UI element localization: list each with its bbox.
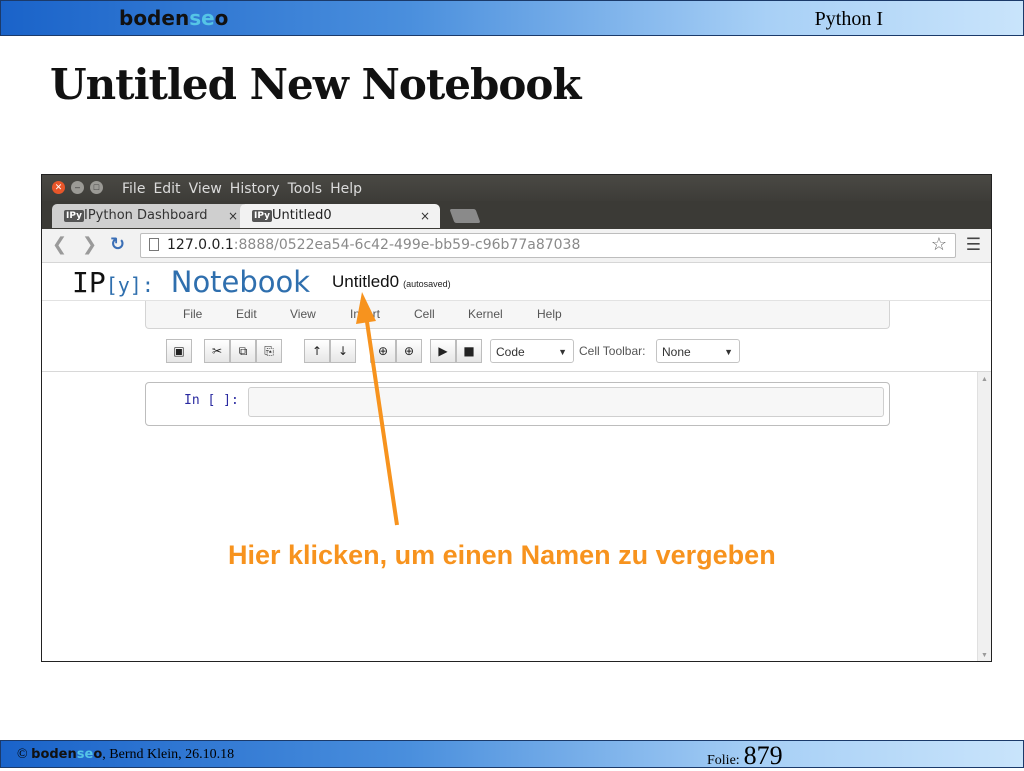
scroll-up-icon[interactable]: ▲ [981, 376, 988, 383]
browser-window: ✕ – □ File Edit View History Tools Help IPy I… [41, 174, 992, 662]
bodenseo-logo: bodenseo [119, 6, 229, 30]
browser-menu: File Edit View History Tools Help [122, 181, 370, 197]
url-text: 127.0.0.1:8888/0522ea54-6c42-499e-bb59-c… [167, 237, 581, 253]
nb-menu-kernel[interactable]: Kernel [468, 307, 503, 321]
slide-title: Untitled New Notebook [50, 60, 581, 109]
course-title: Python I [814, 8, 883, 30]
notebook-toolbar: ▣ ✂ ⧉ ⎘ ↑ ↓ ⊕ ⊕ ▶ ■ Code ▼ Cell Toolbar: … [42, 333, 991, 369]
nb-menu-cell[interactable]: Cell [414, 307, 435, 321]
footer-credit: © bodenseo, Bernd Klein, 26.10.18 [17, 747, 235, 762]
stop-icon[interactable]: ■ [456, 339, 482, 363]
browser-menu-tools[interactable]: Tools [288, 181, 323, 197]
forward-icon[interactable]: ❯ [82, 234, 97, 255]
notebook-body: In [ ]: ▲ ▼ [42, 371, 991, 661]
slide-number: Folie: 879 [707, 741, 783, 770]
tab-label: Untitled0 [272, 208, 332, 223]
tab-untitled0[interactable]: IPy Untitled0 × [240, 204, 440, 228]
cell-type-select[interactable]: Code ▼ [490, 339, 574, 363]
url-bar[interactable]: 127.0.0.1:8888/0522ea54-6c42-499e-bb59-c… [140, 233, 956, 258]
browser-menu-edit[interactable]: Edit [153, 181, 180, 197]
close-window-icon[interactable]: ✕ [52, 181, 65, 194]
notebook-menubar: File Edit View Insert Cell Kernel Help [145, 301, 890, 329]
insert-above-icon[interactable]: ⊕ [370, 339, 396, 363]
close-tab-icon[interactable]: × [228, 204, 238, 228]
bookmark-star-icon[interactable]: ☆ [931, 234, 947, 255]
minimize-window-icon[interactable]: – [71, 181, 84, 194]
slide-footer-bar: © bodenseo, Bernd Klein, 26.10.18 Folie:… [0, 740, 1024, 770]
cut-icon[interactable]: ✂ [204, 339, 230, 363]
save-status: (autosaved) [403, 279, 451, 289]
notebook-header: IP[y]: Notebook Untitled0 (autosaved) [42, 263, 991, 301]
tab-ipython-dashboard[interactable]: IPy IPython Dashboard × [52, 204, 248, 228]
ipython-notebook-logo[interactable]: IP[y]: Notebook [72, 265, 310, 299]
save-icon[interactable]: ▣ [166, 339, 192, 363]
slide-header-bar: bodenseo Python I [0, 0, 1024, 36]
browser-menu-file[interactable]: File [122, 181, 145, 197]
annotation-text: Hier klicken, um einen Namen zu vergeben [228, 540, 776, 570]
nb-menu-insert[interactable]: Insert [350, 307, 380, 321]
browser-menu-help[interactable]: Help [330, 181, 362, 197]
ipython-favicon-icon: IPy [252, 210, 272, 222]
paste-icon[interactable]: ⎘ [256, 339, 282, 363]
footer-logo: bodenseo [31, 747, 103, 762]
chevron-down-icon: ▼ [558, 347, 567, 357]
browser-menu-view[interactable]: View [189, 181, 222, 197]
nb-menu-file[interactable]: File [183, 307, 202, 321]
close-tab-icon[interactable]: × [420, 204, 430, 228]
scrollbar[interactable]: ▲ ▼ [977, 372, 991, 661]
browser-menu-history[interactable]: History [230, 181, 280, 197]
chevron-down-icon: ▼ [724, 347, 733, 357]
scroll-down-icon[interactable]: ▼ [981, 652, 988, 659]
page-icon [149, 238, 159, 251]
move-down-icon[interactable]: ↓ [330, 339, 356, 363]
browser-menu-icon[interactable]: ☰ [966, 235, 981, 255]
code-cell[interactable]: In [ ]: [145, 382, 890, 426]
tab-strip: IPy IPython Dashboard × IPy Untitled0 × [42, 201, 991, 229]
new-tab-button[interactable] [449, 209, 481, 223]
insert-below-icon[interactable]: ⊕ [396, 339, 422, 363]
maximize-window-icon[interactable]: □ [90, 181, 103, 194]
nb-menu-edit[interactable]: Edit [236, 307, 257, 321]
ipython-favicon-icon: IPy [64, 210, 84, 222]
back-icon[interactable]: ❮ [52, 234, 67, 255]
nb-menu-view[interactable]: View [290, 307, 316, 321]
notebook-name[interactable]: Untitled0 (autosaved) [332, 272, 451, 292]
cell-toolbar-select[interactable]: None ▼ [656, 339, 740, 363]
copy-icon[interactable]: ⧉ [230, 339, 256, 363]
cell-input-area[interactable] [248, 387, 884, 417]
nb-menu-help[interactable]: Help [537, 307, 562, 321]
navigation-bar: ❮ ❯ ↻ 127.0.0.1:8888/0522ea54-6c42-499e-… [42, 229, 991, 263]
cell-toolbar-label: Cell Toolbar: [579, 344, 646, 358]
move-up-icon[interactable]: ↑ [304, 339, 330, 363]
run-icon[interactable]: ▶ [430, 339, 456, 363]
tab-label: IPython Dashboard [84, 208, 208, 223]
cell-prompt: In [ ]: [184, 393, 239, 408]
reload-icon[interactable]: ↻ [110, 234, 125, 255]
